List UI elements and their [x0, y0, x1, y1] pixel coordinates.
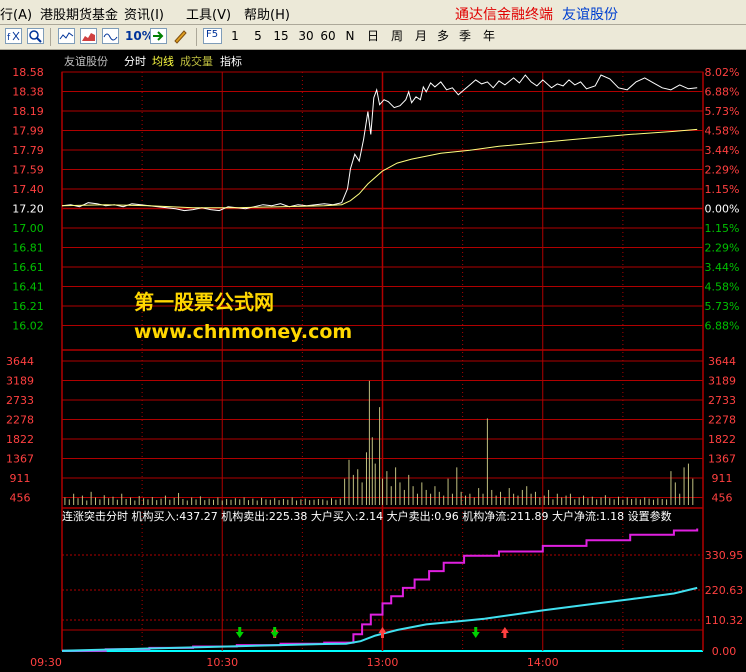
indicator-tick-label: 220.63	[705, 584, 744, 597]
indicator-tick-label: 330.95	[705, 549, 744, 562]
pct-tick-label: 4.58%	[705, 125, 740, 138]
period-multi[interactable]: 多	[434, 27, 452, 46]
period-month[interactable]: 月	[412, 27, 430, 46]
volume-tick-label-right: 1822	[708, 433, 736, 446]
pct-tick-label: 3.44%	[705, 261, 740, 274]
volume-tick-label: 1367	[6, 453, 34, 466]
area-chart-icon[interactable]	[80, 28, 97, 44]
volume-tick-label-right: 3644	[708, 355, 736, 368]
f5-label: F5	[206, 29, 219, 40]
wave-chart-icon[interactable]	[102, 28, 119, 44]
pct-tick-label: 2.29%	[705, 164, 740, 177]
period-30min[interactable]: 30	[296, 27, 316, 46]
menu-help[interactable]: 帮助(H)	[244, 4, 290, 23]
time-tick-label: 09:30	[30, 656, 62, 669]
pencil-icon[interactable]	[172, 28, 189, 44]
time-tick-label: 10:30	[206, 656, 238, 669]
toolbar-separator	[196, 28, 197, 46]
pct-tick-label: 0.00%	[705, 203, 740, 216]
tab-indicator[interactable]: 指标	[220, 54, 242, 68]
menu-hk-futures-funds[interactable]: 港股期货基金	[40, 4, 118, 23]
pct-tick-label: 8.02%	[705, 66, 740, 79]
formula-icon[interactable]: f	[5, 28, 22, 44]
app-brand: 通达信金融终端	[455, 7, 553, 23]
period-15min[interactable]: 15	[271, 27, 291, 46]
pct-tick-label: 1.15%	[705, 222, 740, 235]
volume-tick-label: 911	[10, 472, 31, 485]
period-year[interactable]: 年	[480, 27, 498, 46]
toolbar-separator	[50, 28, 51, 46]
price-tick-label: 17.79	[12, 144, 44, 157]
menu-tools[interactable]: 工具(V)	[186, 4, 231, 23]
volume-tick-label: 3644	[6, 355, 34, 368]
volume-tick-label-right: 911	[712, 472, 733, 485]
price-tick-label: 16.02	[12, 320, 44, 333]
price-tick-label: 16.81	[12, 242, 44, 255]
price-tick-label: 17.20	[12, 203, 44, 216]
pct-tick-label: 2.29%	[705, 242, 740, 255]
volume-tick-label: 2278	[6, 414, 34, 427]
period-week[interactable]: 周	[388, 27, 406, 46]
time-tick-label: 13:00	[367, 656, 399, 669]
volume-tick-label: 2733	[6, 394, 34, 407]
period-1min[interactable]: 1	[226, 27, 244, 46]
time-tick-label: 14:00	[527, 656, 559, 669]
timeshare-chart[interactable]: 友谊股份 分时 均线 成交量 指标 18.58 8.02% 18.38 6.88% 18…	[0, 50, 746, 672]
stock-name-label: 友谊股份	[64, 54, 108, 68]
price-tick-label: 18.19	[12, 105, 44, 118]
volume-tick-label-right: 2733	[708, 394, 736, 407]
pct-tick-label: 6.88%	[705, 320, 740, 333]
volume-tick-label: 1822	[6, 433, 34, 446]
line-chart-icon[interactable]	[58, 28, 75, 44]
indicator-tick-label: 110.32	[705, 614, 744, 627]
app-stock-name: 友谊股份	[562, 7, 618, 23]
price-tick-label: 16.21	[12, 300, 44, 313]
period-quarter[interactable]: 季	[456, 27, 474, 46]
volume-tick-label-right: 2278	[708, 414, 736, 427]
volume-tick-label-right: 1367	[708, 453, 736, 466]
pct-tick-label: 5.73%	[705, 105, 740, 118]
percent-toggle-button[interactable]: 10%	[125, 27, 154, 46]
price-tick-label: 16.61	[12, 261, 44, 274]
price-tick-label: 17.99	[12, 125, 44, 138]
pct-tick-label: 5.73%	[705, 300, 740, 313]
f5-button[interactable]: F5	[203, 28, 222, 44]
volume-tick-label: 3189	[6, 375, 34, 388]
volume-tick-label-right: 3189	[708, 375, 736, 388]
period-day[interactable]: 日	[364, 27, 382, 46]
pct-tick-label: 3.44%	[705, 144, 740, 157]
tab-average-line[interactable]: 均线	[152, 54, 174, 68]
period-5min[interactable]: 5	[249, 27, 267, 46]
volume-tick-label-right: 456	[712, 492, 733, 505]
watermark-url: www.chnmoney.com	[134, 321, 353, 343]
price-tick-label: 18.38	[12, 86, 44, 99]
period-60min[interactable]: 60	[318, 27, 338, 46]
price-tick-label: 17.40	[12, 183, 44, 196]
pct-tick-label: 1.15%	[705, 183, 740, 196]
indicator-header: 连涨突击分时 机构买入:437.27 机构卖出:225.38 大户买入:2.14…	[62, 509, 672, 523]
menu-info[interactable]: 资讯(I)	[124, 4, 164, 23]
svg-text:f: f	[7, 33, 11, 43]
period-n[interactable]: N	[342, 27, 358, 46]
zoom-icon[interactable]	[27, 28, 44, 44]
tab-timeshare[interactable]: 分时	[124, 55, 146, 68]
tab-volume[interactable]: 成交量	[180, 54, 213, 68]
price-tick-label: 16.41	[12, 281, 44, 294]
indicator-tick-label: 0.00	[712, 645, 737, 658]
price-tick-label: 17.59	[12, 164, 44, 177]
price-tick-label: 17.00	[12, 222, 44, 235]
export-icon[interactable]	[150, 28, 167, 44]
menu-bar: 行(A) 港股期货基金 资讯(I) 工具(V) 帮助(H) 通达信金融终端 友谊…	[0, 0, 746, 25]
toolbar: f 10% F5 1 5 15 30 60 N 日 周 月 多 季 年	[0, 25, 746, 50]
menu-quote[interactable]: 行(A)	[0, 4, 32, 23]
pct-tick-label: 4.58%	[705, 281, 740, 294]
volume-tick-label: 456	[10, 492, 31, 505]
watermark-title: 第一股票公式网	[134, 290, 274, 314]
price-tick-label: 18.58	[12, 66, 44, 79]
pct-tick-label: 6.88%	[705, 86, 740, 99]
